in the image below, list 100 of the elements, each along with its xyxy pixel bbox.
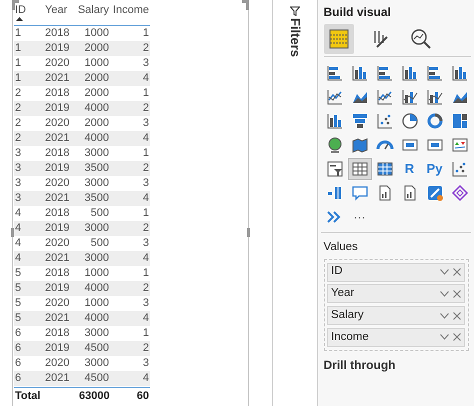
table-cell-text: 2018 [44,326,70,341]
table-cell-text: 4 [14,221,22,236]
table-icon[interactable] [350,160,368,178]
table-cell-text: 2020 [44,116,70,131]
line-chart-icon[interactable] [326,88,344,106]
column-header[interactable]: ID [14,4,27,17]
table-cell-text: 2021 [44,311,70,326]
magnifier-chart-icon [408,26,432,50]
table-cell-text: 1 [142,146,150,161]
bar-chart-icon[interactable] [426,64,444,82]
matrix-icon[interactable] [376,160,394,178]
combo-chart-icon[interactable] [426,88,444,106]
column-chart-icon[interactable] [326,112,344,130]
resize-handle[interactable] [11,228,14,237]
total-label: Total [14,389,42,404]
column-header[interactable]: Salary [76,4,110,17]
table-cell-text: 5 [14,266,22,281]
table-cell-text: 1 [142,86,150,101]
table-cell-text: 4 [142,371,150,386]
table-cell-text: 3500 [84,161,110,176]
corner-handle[interactable] [242,0,249,10]
visual-pane-tab[interactable] [324,24,354,54]
close-icon[interactable] [453,268,461,276]
field-name: Salary [331,308,365,323]
table-cell-text: 2018 [44,146,70,161]
table-cell-text: 4 [14,251,22,266]
visual-type-button[interactable]: ··· [348,206,370,227]
table-cell-text: 2 [142,281,150,296]
table-cell-text: 2020 [44,356,70,371]
column-chart-icon[interactable] [350,64,368,82]
table-cell-text: 2021 [44,71,70,86]
table-cell-text: 5 [14,311,22,326]
table-cell-text: 6 [14,371,22,386]
map-icon[interactable] [350,136,368,154]
chevron-down-icon[interactable] [440,312,449,318]
section-label: Drill through [324,357,396,374]
table-cell-text: 2 [142,161,150,176]
globe-icon[interactable] [326,136,344,154]
field-pill[interactable]: ID [327,262,465,282]
table-cell-text: 4000 [84,281,110,296]
table-cell-text: 3000 [84,146,110,161]
chevron-down-icon[interactable] [440,334,449,340]
column-chart-icon[interactable] [450,64,468,82]
field-pill[interactable]: Salary [327,306,465,325]
resize-handle[interactable] [247,228,250,237]
field-name: ID [331,264,344,280]
total-cell-text: 63000 [78,389,110,404]
table-cell-text: 4 [142,191,150,206]
table-cell-text: 3 [142,56,150,71]
column-header[interactable]: Income [112,4,150,17]
table-cell-text: 2020 [44,296,70,311]
table-cell-text: 1 [14,71,22,86]
close-icon[interactable] [453,290,461,298]
table-cell-text: 2018 [44,266,70,281]
kpi-icon[interactable] [450,136,468,154]
table-cell-text: 2019 [44,161,70,176]
table-cell-text: 2020 [44,236,70,251]
funnel-icon[interactable] [350,112,368,130]
table-cell-text: 2021 [44,251,70,266]
apps-icon[interactable] [426,184,444,202]
table-cell-text: 2020 [44,56,70,71]
speech-bubble-icon[interactable] [350,184,368,202]
table-cell-text: 4 [14,206,22,221]
line-chart-icon[interactable] [376,88,394,106]
donut-chart-icon[interactable] [426,112,444,130]
slicer-icon[interactable] [326,160,344,178]
visual-type-button[interactable]: R [398,158,420,179]
table-cell-text: 2000 [84,41,110,56]
diamond-icon[interactable] [450,184,468,202]
combo-chart-icon[interactable] [400,88,418,106]
close-icon[interactable] [453,333,461,342]
scatter-chart-icon[interactable] [450,160,468,178]
table-cell-text: 2018 [44,26,70,41]
column-chart-icon[interactable] [400,64,418,82]
scatter-chart-icon[interactable] [376,112,394,130]
visual-type-button[interactable]: Py [424,158,446,179]
chevron-down-icon[interactable] [440,269,449,275]
table-cell-text: 3 [142,236,150,251]
table-cell-text: 2019 [44,221,70,236]
table-cell-text: 2019 [44,281,70,296]
table-cell-text: 2020 [44,176,70,191]
table-cell-text: 2 [14,86,22,101]
table-cell-text: 4000 [84,131,110,146]
table-cell-text: 1 [14,41,22,56]
fields-icon [326,26,350,50]
table-cell-text: 3000 [84,176,110,191]
field-pill[interactable]: Income [327,328,465,347]
chevron-down-icon[interactable] [440,290,449,297]
table-cell-text: 1000 [84,266,110,281]
bar-chart-icon[interactable] [326,64,344,82]
table-cell-text: 1 [142,26,150,41]
pie-chart-icon[interactable] [400,112,418,130]
column-header[interactable]: Year [44,4,68,17]
pane-title[interactable]: Filters [285,18,305,58]
close-icon[interactable] [453,312,461,320]
table-cell-text: 2019 [44,341,70,356]
field-pill[interactable]: Year [327,284,465,304]
table-cell-text: 3000 [84,326,110,341]
treemap-icon[interactable] [450,112,468,130]
bar-chart-icon[interactable] [376,64,394,82]
